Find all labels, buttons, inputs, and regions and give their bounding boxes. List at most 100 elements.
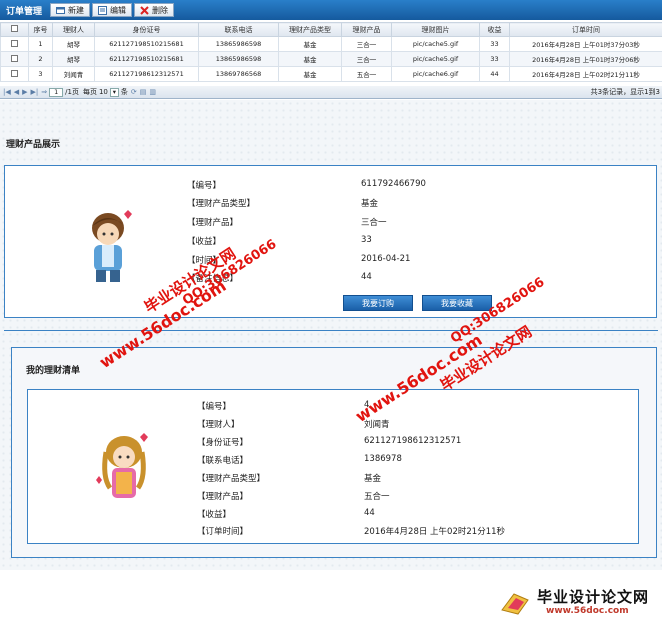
col-header[interactable]: 订单时间	[509, 22, 662, 37]
pager-summary: 共3条记录，显示1到3	[590, 88, 660, 96]
product-avatar	[92, 210, 132, 282]
per-page-select[interactable]: 10	[99, 88, 108, 96]
pager: |◀ ◀ ▶ ▶| ⇒ 1 /1页 每页 10 ▾ 条 ⟳ ▤ ▥ 共3条记录，…	[0, 86, 662, 99]
table-row[interactable]: 3 刘闻青 621127198612312571 13869786568 基金 …	[0, 66, 662, 82]
table-cell: 3	[28, 66, 53, 82]
col-header[interactable]: 联系电话	[198, 22, 279, 37]
prev-page-icon[interactable]: ◀	[14, 88, 19, 96]
order-product-label: 【理财产品】	[197, 492, 249, 502]
row-checkbox[interactable]	[0, 51, 29, 67]
product-date-value: 2016-04-21	[361, 254, 411, 264]
order-yield-label: 【收益】	[197, 510, 232, 520]
order-product-value: 五合一	[364, 492, 390, 502]
product-type-label: 【理财产品类型】	[187, 199, 256, 209]
order-grid: 序号 理财人 身份证号 联系电话 理财产品类型 理财产品 理财图片 收益 订单时…	[0, 22, 662, 82]
page-total: /1页	[65, 88, 79, 96]
table-cell: 13869786568	[198, 66, 279, 82]
new-icon	[56, 6, 65, 15]
page: 订单管理 新建 编辑 删除 序号 理财人 身份证号 联系电话 理财产品类型 理财…	[0, 0, 662, 621]
section-divider	[4, 330, 658, 331]
table-cell: pic/cache6.gif	[391, 66, 480, 82]
product-yield-label: 【收益】	[187, 237, 222, 247]
table-cell: 基金	[278, 36, 342, 52]
table-cell: 13865986598	[198, 51, 279, 67]
order-id-value: 4	[364, 400, 370, 410]
next-page-icon[interactable]: ▶	[22, 88, 27, 96]
product-id-label: 【编号】	[187, 181, 222, 191]
product-date-label: 【时间】	[187, 256, 222, 266]
order-phone-label: 【联系电话】	[197, 456, 249, 466]
col-header[interactable]: 收益	[479, 22, 510, 37]
footer-title: 毕业设计论文网	[537, 588, 650, 606]
table-cell: 基金	[278, 66, 342, 82]
favorite-button[interactable]: 我要收藏	[422, 295, 492, 311]
table-cell: 2	[28, 51, 53, 67]
first-page-icon[interactable]: |◀	[3, 88, 11, 96]
order-id-label: 【编号】	[197, 402, 232, 412]
go-page-icon[interactable]: ⇒	[41, 88, 47, 96]
table-cell: 33	[479, 36, 510, 52]
product-yield-value: 33	[361, 235, 372, 245]
table-cell: 621127198612312571	[94, 66, 199, 82]
order-phone-value: 1386978	[364, 454, 402, 464]
product-type-value: 基金	[361, 199, 379, 209]
table-cell: 2016年4月28日 上午02时21分11秒	[509, 66, 662, 82]
table-cell: 621127198510215681	[94, 36, 199, 52]
order-person-label: 【理财人】	[197, 420, 240, 430]
col-header[interactable]: 身份证号	[94, 22, 199, 37]
print-icon[interactable]: ▥	[149, 88, 156, 96]
refresh-icon[interactable]: ⟳	[131, 88, 137, 96]
product-section-title: 理财产品展示	[6, 140, 61, 150]
export-icon[interactable]: ▤	[140, 88, 147, 96]
last-page-icon[interactable]: ▶|	[31, 88, 39, 96]
delete-button[interactable]: 删除	[134, 3, 174, 17]
row-checkbox[interactable]	[0, 66, 29, 82]
toolbar: 订单管理 新建 编辑 删除	[0, 0, 662, 20]
table-cell: 刘闻青	[52, 66, 95, 82]
table-cell: 33	[479, 51, 510, 67]
table-cell: 2016年4月28日 上午01时37分06秒	[509, 51, 662, 67]
product-name-label: 【理财产品】	[187, 218, 239, 228]
new-label: 新建	[68, 5, 84, 15]
product-note-value: 44	[361, 272, 372, 282]
per-page-unit: 条	[120, 88, 128, 96]
grid-header-row: 序号 理财人 身份证号 联系电话 理财产品类型 理财产品 理财图片 收益 订单时…	[0, 22, 662, 37]
row-checkbox[interactable]	[0, 36, 29, 52]
per-page-label: 每页	[82, 88, 97, 96]
page-input[interactable]: 1	[49, 87, 64, 97]
edit-icon	[98, 5, 107, 15]
footer-url: www.56doc.com	[546, 606, 629, 616]
col-header[interactable]: 理财图片	[391, 22, 480, 37]
col-header[interactable]: 理财人	[52, 22, 95, 37]
table-cell: 三合一	[341, 51, 392, 67]
new-button[interactable]: 新建	[50, 3, 90, 17]
product-name-value: 三合一	[361, 218, 387, 228]
table-cell: 三合一	[341, 36, 392, 52]
table-cell: 1	[28, 36, 53, 52]
product-note-label: 【备注信息】	[187, 274, 239, 284]
delete-icon	[140, 5, 149, 15]
table-row[interactable]: 2 胡琴 621127198510215681 13865986598 基金 三…	[0, 51, 662, 67]
order-time-value: 2016年4月28日 上午02时21分11秒	[364, 527, 506, 537]
order-avatar	[96, 433, 148, 498]
table-cell: 基金	[278, 51, 342, 67]
per-page-dropdown-icon[interactable]: ▾	[109, 87, 119, 97]
table-row[interactable]: 1 胡琴 621127198510215681 13865986598 基金 三…	[0, 36, 662, 52]
order-yield-value: 44	[364, 508, 375, 518]
col-header[interactable]: 理财产品类型	[278, 22, 342, 37]
delete-label: 删除	[152, 5, 168, 15]
order-type-value: 基金	[364, 474, 382, 484]
table-cell: 44	[479, 66, 510, 82]
col-header[interactable]: 序号	[28, 22, 53, 37]
order-time-label: 【订单时间】	[197, 527, 249, 537]
col-header[interactable]: 理财产品	[341, 22, 392, 37]
table-cell: 胡琴	[52, 36, 95, 52]
edit-button[interactable]: 编辑	[92, 3, 132, 17]
toolbar-title: 订单管理	[6, 6, 43, 17]
table-cell: 胡琴	[52, 51, 95, 67]
table-cell: 2016年4月28日 上午01时37分03秒	[509, 36, 662, 52]
select-all-checkbox[interactable]	[0, 22, 29, 37]
order-idcard-label: 【身份证号】	[197, 438, 249, 448]
table-cell: pic/cache5.gif	[391, 51, 480, 67]
buy-button[interactable]: 我要订购	[343, 295, 413, 311]
